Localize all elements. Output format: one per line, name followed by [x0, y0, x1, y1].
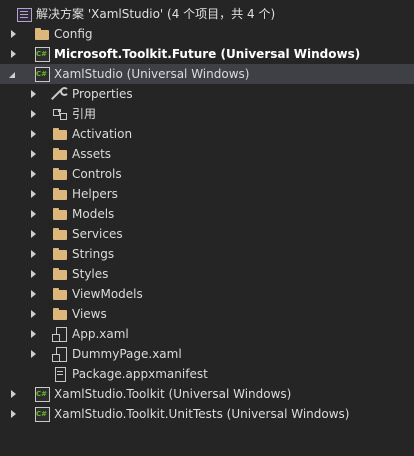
tree-item-label: Microsoft.Toolkit.Future (Universal Wind…	[54, 47, 361, 61]
chevron-right-icon[interactable]	[28, 84, 40, 104]
tree-item-assets[interactable]: Assets	[0, 144, 414, 164]
chevron-down-icon[interactable]	[8, 64, 20, 84]
tree-item-viewmodels[interactable]: ViewModels	[0, 284, 414, 304]
manifest-file-icon	[52, 366, 68, 382]
tree-item-label: 引用	[72, 107, 97, 121]
tree-item-helpers[interactable]: Helpers	[0, 184, 414, 204]
chevron-right-icon[interactable]	[28, 104, 40, 124]
folder-icon	[34, 26, 50, 42]
folder-icon	[52, 146, 68, 162]
tree-item-label: Controls	[72, 167, 122, 181]
chevron-right-icon[interactable]	[8, 44, 20, 64]
tree-item-label: Styles	[72, 267, 109, 281]
solution-explorer-tree: 解决方案 'XamlStudio' (4 个项目，共 4 个) Config M…	[0, 4, 414, 424]
chevron-right-icon[interactable]	[28, 264, 40, 284]
chevron-right-icon[interactable]	[28, 224, 40, 244]
chevron-right-icon[interactable]	[28, 124, 40, 144]
chevron-right-icon[interactable]	[8, 24, 20, 44]
tree-item-xamlstudio-toolkit[interactable]: XamlStudio.Toolkit (Universal Windows)	[0, 384, 414, 404]
folder-icon	[52, 286, 68, 302]
chevron-right-icon[interactable]	[28, 324, 40, 344]
chevron-right-icon[interactable]	[8, 404, 20, 424]
tree-item-xamlstudio[interactable]: XamlStudio (Universal Windows)	[0, 64, 414, 84]
tree-item-config[interactable]: Config	[0, 24, 414, 44]
tree-item-models[interactable]: Models	[0, 204, 414, 224]
tree-item-label: XamlStudio.Toolkit (Universal Windows)	[54, 387, 292, 401]
chevron-right-icon[interactable]	[28, 184, 40, 204]
tree-item-label: Strings	[72, 247, 115, 261]
tree-item-label: Services	[72, 227, 123, 241]
tree-item-strings[interactable]: Strings	[0, 244, 414, 264]
tree-item-label: Config	[54, 27, 93, 41]
tree-item-activation[interactable]: Activation	[0, 124, 414, 144]
folder-icon	[52, 246, 68, 262]
wrench-icon	[52, 86, 69, 102]
chevron-right-icon[interactable]	[28, 204, 40, 224]
tree-item-app-xaml[interactable]: App.xaml	[0, 324, 414, 344]
chevron-right-icon[interactable]	[28, 144, 40, 164]
tree-item-label: XamlStudio (Universal Windows)	[54, 67, 250, 81]
folder-icon	[52, 226, 68, 242]
tree-item-services[interactable]: Services	[0, 224, 414, 244]
xaml-file-icon	[52, 326, 68, 342]
tree-item-package-appxmanifest[interactable]: Package.appxmanifest	[0, 364, 414, 384]
tree-item-controls[interactable]: Controls	[0, 164, 414, 184]
tree-item-label: Helpers	[72, 187, 118, 201]
tree-item-styles[interactable]: Styles	[0, 264, 414, 284]
tree-item-label: XamlStudio.Toolkit.UnitTests (Universal …	[54, 407, 350, 421]
folder-icon	[52, 186, 68, 202]
tree-item-references[interactable]: 引用	[0, 104, 414, 124]
tree-item-label: Package.appxmanifest	[72, 367, 208, 381]
csharp-project-icon	[34, 386, 50, 402]
chevron-right-icon[interactable]	[8, 384, 20, 404]
csharp-project-icon	[34, 66, 50, 82]
solution-node[interactable]: 解决方案 'XamlStudio' (4 个项目，共 4 个)	[0, 4, 414, 24]
tree-item-label: Activation	[72, 127, 133, 141]
tree-item-properties[interactable]: Properties	[0, 84, 414, 104]
xaml-file-icon	[52, 346, 68, 362]
tree-item-dummypage-xaml[interactable]: DummyPage.xaml	[0, 344, 414, 364]
tree-item-label: Assets	[72, 147, 112, 161]
tree-item-xamlstudio-toolkit-unittests[interactable]: XamlStudio.Toolkit.UnitTests (Universal …	[0, 404, 414, 424]
tree-item-views[interactable]: Views	[0, 304, 414, 324]
tree-item-label: App.xaml	[72, 327, 129, 341]
chevron-right-icon[interactable]	[28, 164, 40, 184]
solution-label: 解决方案 'XamlStudio' (4 个项目，共 4 个)	[36, 7, 276, 21]
chevron-right-icon[interactable]	[28, 344, 40, 364]
chevron-right-icon[interactable]	[28, 244, 40, 264]
folder-icon	[52, 266, 68, 282]
csharp-project-icon	[34, 46, 50, 62]
solution-icon	[16, 6, 32, 22]
folder-icon	[52, 126, 68, 142]
folder-icon	[52, 306, 68, 322]
tree-item-label: Properties	[72, 87, 133, 101]
folder-icon	[52, 206, 68, 222]
chevron-right-icon[interactable]	[28, 284, 40, 304]
chevron-right-icon[interactable]	[28, 304, 40, 324]
folder-icon	[52, 166, 68, 182]
csharp-project-icon	[34, 406, 50, 422]
tree-item-label: Views	[72, 307, 107, 321]
references-icon	[52, 106, 68, 122]
tree-item-microsoft-toolkit-future[interactable]: Microsoft.Toolkit.Future (Universal Wind…	[0, 44, 414, 64]
tree-item-label: ViewModels	[72, 287, 143, 301]
tree-item-label: Models	[72, 207, 115, 221]
tree-item-label: DummyPage.xaml	[72, 347, 182, 361]
